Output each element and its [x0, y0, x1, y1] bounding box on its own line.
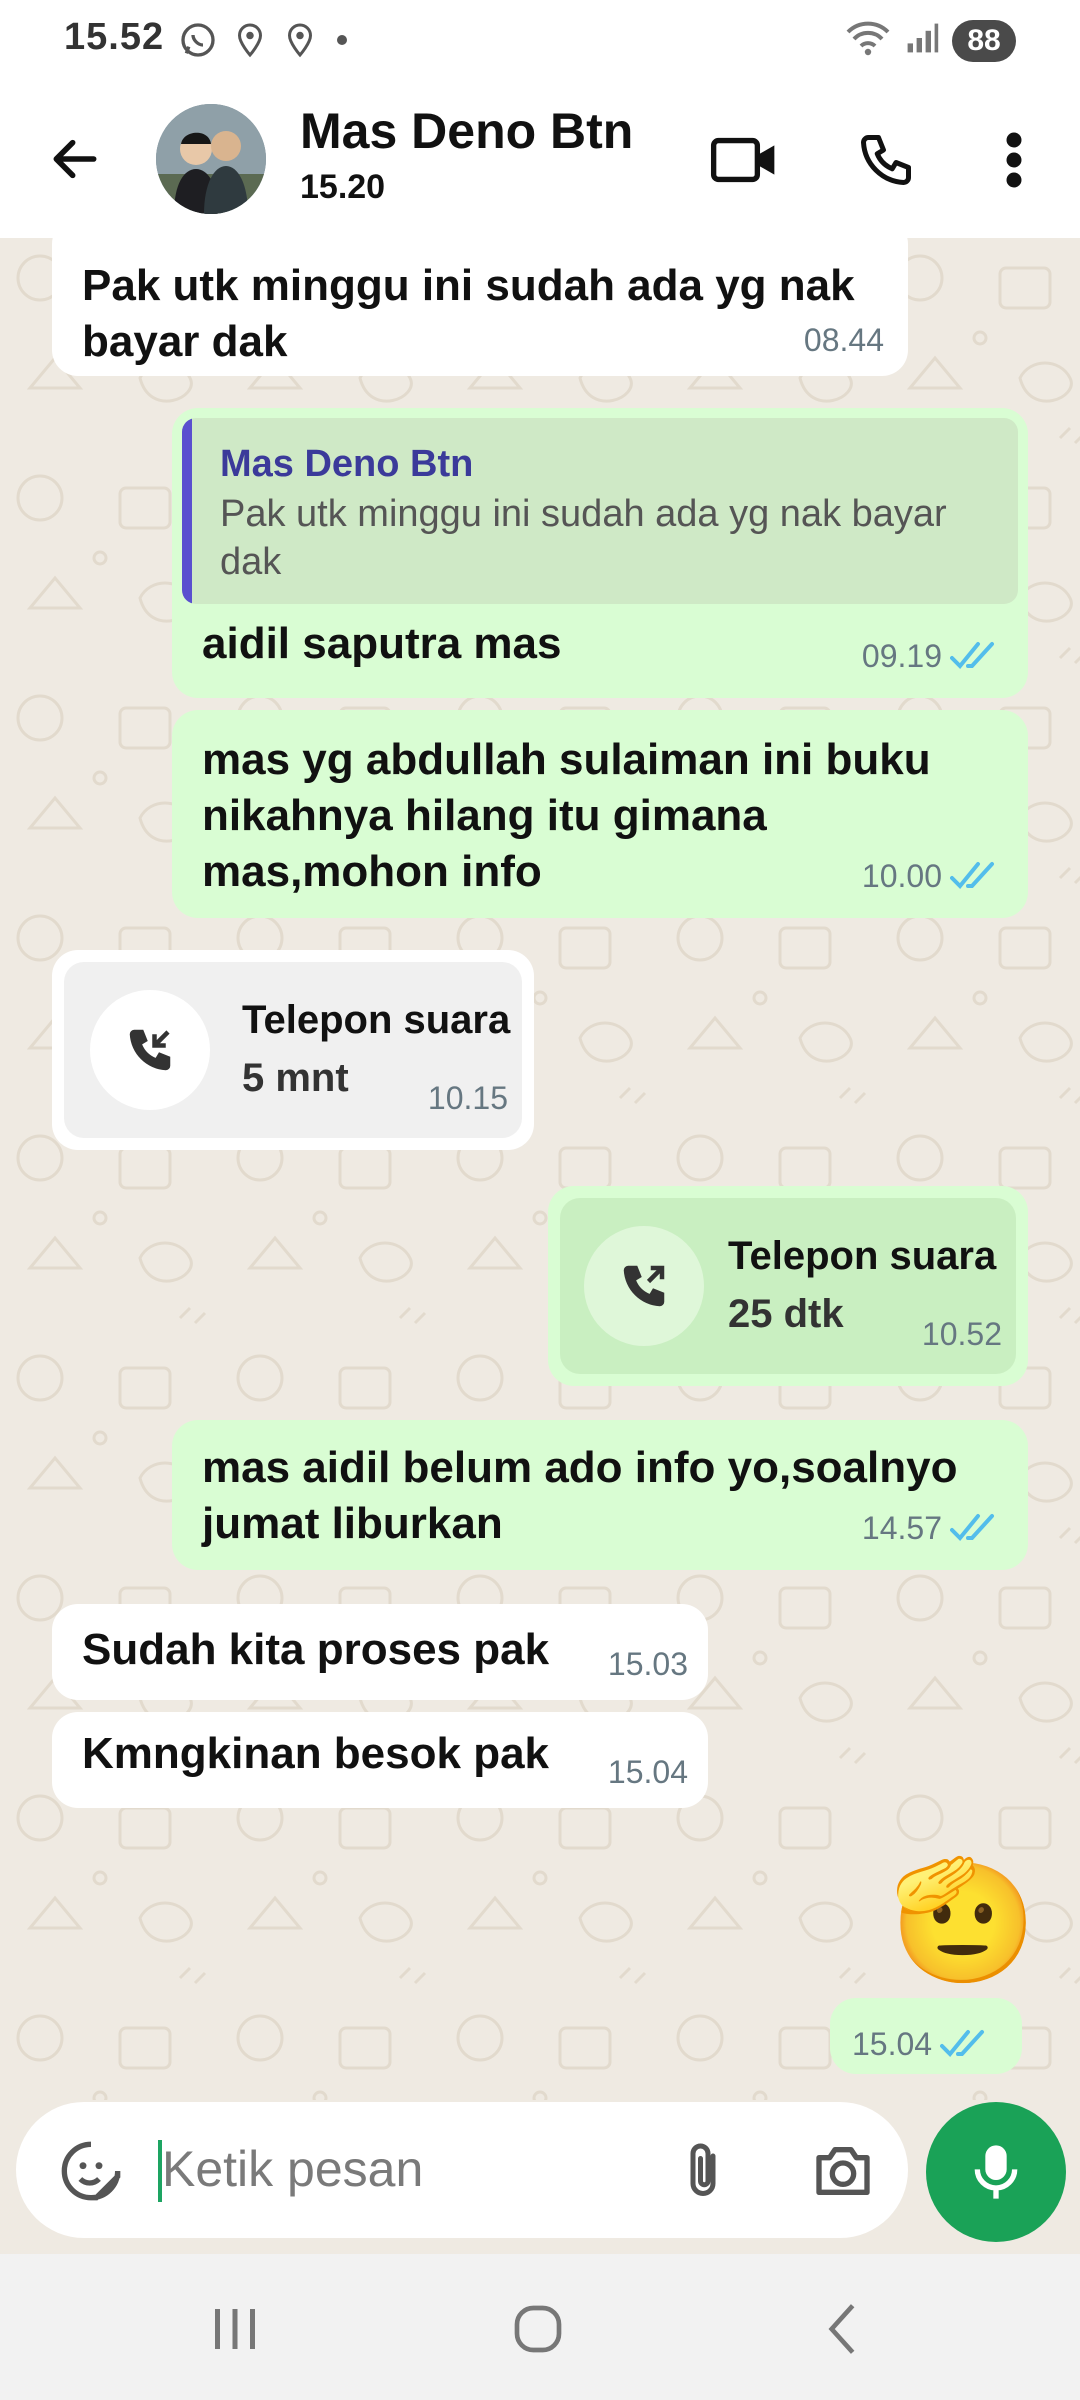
- battery-indicator: 88: [952, 19, 1016, 62]
- call-duration: 5 mnt: [242, 1056, 349, 1100]
- message-text: mas yg abdullah sulaiman ini buku nikahn…: [202, 735, 931, 896]
- camera-icon: [816, 2147, 870, 2195]
- message-bubble-outgoing[interactable]: Mas Deno Btn Pak utk minggu ini sudah ad…: [172, 408, 1028, 698]
- attach-button[interactable]: [668, 2136, 738, 2206]
- call-title: Telepon suara: [728, 1234, 997, 1278]
- call-card[interactable]: Telepon suara 5 mnt 10.15: [64, 962, 522, 1138]
- message-input-bar: Ketik pesan: [16, 2102, 908, 2238]
- quoted-text: Pak utk minggu ini sudah ada yg nak baya…: [220, 493, 947, 583]
- message-time: 10.00: [861, 858, 942, 894]
- chat-header: Mas Deno Btn 15.20: [0, 80, 1080, 238]
- read-ticks-icon: [950, 1514, 994, 1541]
- voice-record-button[interactable]: [926, 2102, 1066, 2242]
- back-button[interactable]: [40, 124, 110, 194]
- arrow-left-icon: [53, 139, 97, 179]
- voice-call-button[interactable]: [846, 120, 926, 200]
- quoted-message[interactable]: Mas Deno Btn Pak utk minggu ini sudah ad…: [182, 418, 1018, 604]
- read-ticks-icon: [950, 642, 994, 669]
- message-bubble-outgoing[interactable]: mas yg abdullah sulaiman ini buku nikahn…: [172, 710, 1028, 918]
- read-ticks-icon: [940, 2030, 985, 2057]
- message-time: 10.15: [427, 1080, 508, 1116]
- call-card[interactable]: Telepon suara 25 dtk 10.52: [560, 1198, 1016, 1374]
- paperclip-icon: [690, 2143, 716, 2196]
- message-bubble-incoming[interactable]: Sudah kita proses pak 15.03: [52, 1604, 708, 1700]
- contact-name[interactable]: Mas Deno Btn: [300, 102, 633, 160]
- message-time: 15.04: [852, 2026, 933, 2062]
- more-options-button[interactable]: [974, 120, 1054, 200]
- sticker-button[interactable]: [56, 2136, 126, 2206]
- message-text: aidil saputra mas: [202, 619, 562, 668]
- call-message-incoming[interactable]: Telepon suara 5 mnt 10.15: [52, 950, 534, 1150]
- read-ticks-icon: [950, 862, 994, 889]
- call-message-outgoing[interactable]: Telepon suara 25 dtk 10.52: [548, 1186, 1028, 1386]
- recents-icon: [215, 2309, 255, 2349]
- message-input[interactable]: Ketik pesan: [162, 2140, 423, 2198]
- phone-icon: [861, 135, 911, 185]
- system-nav-bar: [0, 2254, 1080, 2400]
- quoted-sender-name: Mas Deno Btn: [220, 443, 474, 485]
- emoji-timestamp-bubble: 15.04: [830, 1998, 1022, 2074]
- message-time: 09.19: [861, 638, 942, 674]
- message-bubble-incoming[interactable]: Pak utk minggu ini sudah ada yg nak baya…: [52, 238, 908, 376]
- call-title: Telepon suara: [242, 998, 511, 1042]
- home-button[interactable]: [493, 2294, 583, 2364]
- outgoing-call-icon: [584, 1226, 704, 1346]
- quote-accent-bar: [182, 418, 192, 604]
- message-text: Sudah kita proses pak: [82, 1625, 550, 1674]
- video-camera-icon: [710, 137, 775, 183]
- message-time: 15.03: [607, 1646, 688, 1682]
- message-time: 08.44: [803, 322, 884, 358]
- wifi-icon: [844, 18, 892, 63]
- message-time: 10.52: [921, 1316, 1002, 1352]
- camera-button[interactable]: [808, 2136, 878, 2206]
- whatsapp-icon: [178, 20, 218, 65]
- video-call-button[interactable]: [704, 120, 784, 200]
- message-text: Pak utk minggu ini sudah ada yg nak baya…: [82, 261, 855, 366]
- location-pin-icon: [232, 20, 268, 65]
- dot-icon: [332, 30, 352, 55]
- message-time: 14.57: [861, 1510, 942, 1546]
- signal-icon: [904, 18, 940, 63]
- emoji-message[interactable]: 🫡: [890, 1850, 1037, 1990]
- message-bubble-incoming[interactable]: Kmngkinan besok pak 15.04: [52, 1712, 708, 1808]
- chat-messages[interactable]: Pak utk minggu ini sudah ada yg nak baya…: [0, 238, 1080, 2100]
- system-back-button[interactable]: [796, 2294, 886, 2364]
- more-vertical-icon: [1006, 132, 1022, 188]
- microphone-icon: [974, 2145, 1018, 2199]
- incoming-call-icon: [90, 990, 210, 1110]
- message-text: Kmngkinan besok pak: [82, 1729, 550, 1778]
- avatar[interactable]: [156, 104, 266, 214]
- recent-apps-button[interactable]: [190, 2294, 280, 2364]
- status-time: 15.52: [64, 16, 165, 58]
- message-time: 15.04: [607, 1754, 688, 1790]
- contact-last-seen: 15.20: [300, 168, 386, 206]
- call-duration: 25 dtk: [728, 1292, 844, 1336]
- message-bubble-outgoing[interactable]: mas aidil belum ado info yo,soalnyo juma…: [172, 1420, 1028, 1570]
- home-icon: [514, 2305, 562, 2353]
- sticker-icon: [61, 2141, 121, 2201]
- location-icon: [282, 20, 318, 65]
- status-bar: 15.52 88: [0, 0, 1080, 80]
- chevron-left-icon: [828, 2304, 855, 2354]
